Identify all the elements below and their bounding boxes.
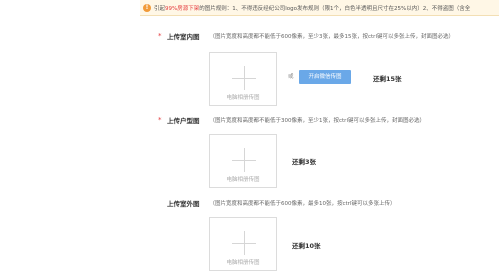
section-indoor-label: 上传室内图 bbox=[167, 33, 200, 41]
remaining-count-outdoor: 还剩10张 bbox=[292, 242, 321, 250]
upload-box-floorplan[interactable]: 电脑相册传图 bbox=[209, 134, 277, 188]
section-outdoor: 上传室外图 （图片宽度和高度都不能低于600像素，最多10张，按ctrl键可以多… bbox=[158, 197, 499, 271]
plus-icon bbox=[232, 148, 256, 172]
section-outdoor-label: 上传室外图 bbox=[167, 200, 200, 208]
plus-icon bbox=[232, 66, 256, 90]
section-floorplan-hint: （图片宽度和高度都不能低于300像素，至少1张，按ctrl键可以多张上传，封面图… bbox=[209, 118, 425, 124]
notice-suffix: 的图片规则：1、不得违反经纪公司logo发布规则（限1个，白色半透明且尺寸在25… bbox=[199, 5, 471, 12]
section-floorplan-label: 上传户型图 bbox=[167, 117, 200, 125]
notice-bar: ! 引起 99%房源下架 的图片规则：1、不得违反经纪公司logo发布规则（限1… bbox=[140, 0, 499, 16]
section-floorplan-header: * 上传户型图 （图片宽度和高度都不能低于300像素，至少1张，按ctrl键可以… bbox=[158, 114, 499, 126]
upload-box-label: 电脑相册传图 bbox=[226, 177, 260, 183]
warning-icon: ! bbox=[143, 3, 151, 12]
upload-box-label: 电脑相册传图 bbox=[226, 95, 260, 101]
section-indoor: * 上传室内图 （图片宽度和高度都不能低于600像素，至少3张，最多15张，按c… bbox=[158, 30, 499, 106]
notice-prefix: 引起 bbox=[154, 5, 166, 12]
remaining-count-floorplan: 还剩3张 bbox=[292, 158, 317, 166]
required-mark: * bbox=[158, 32, 162, 40]
section-indoor-header: * 上传室内图 （图片宽度和高度都不能低于600像素，至少3张，最多15张，按c… bbox=[158, 30, 499, 42]
section-outdoor-header: 上传室外图 （图片宽度和高度都不能低于600像素，最多10张，按ctrl键可以多… bbox=[158, 197, 499, 209]
section-floorplan: * 上传户型图 （图片宽度和高度都不能低于300像素，至少1张，按ctrl键可以… bbox=[158, 114, 499, 188]
wechat-upload-button[interactable]: 开启微信传图 bbox=[299, 70, 351, 84]
section-outdoor-hint: （图片宽度和高度都不能低于600像素，最多10张，按ctrl键可以多张上传） bbox=[209, 201, 396, 207]
remaining-count-indoor: 还剩15张 bbox=[373, 75, 402, 83]
upload-box-outdoor[interactable]: 电脑相册传图 bbox=[209, 217, 277, 271]
section-indoor-hint: （图片宽度和高度都不能低于600像素，至少3张，最多15张，按ctrl键可以多张… bbox=[209, 34, 454, 40]
notice-highlight: 99%房源下架 bbox=[165, 5, 200, 12]
upload-box-indoor[interactable]: 电脑相册传图 bbox=[209, 52, 277, 106]
or-text: 或 bbox=[288, 74, 294, 80]
plus-icon bbox=[232, 231, 256, 255]
upload-box-label: 电脑相册传图 bbox=[226, 260, 260, 266]
required-mark: * bbox=[158, 116, 162, 124]
